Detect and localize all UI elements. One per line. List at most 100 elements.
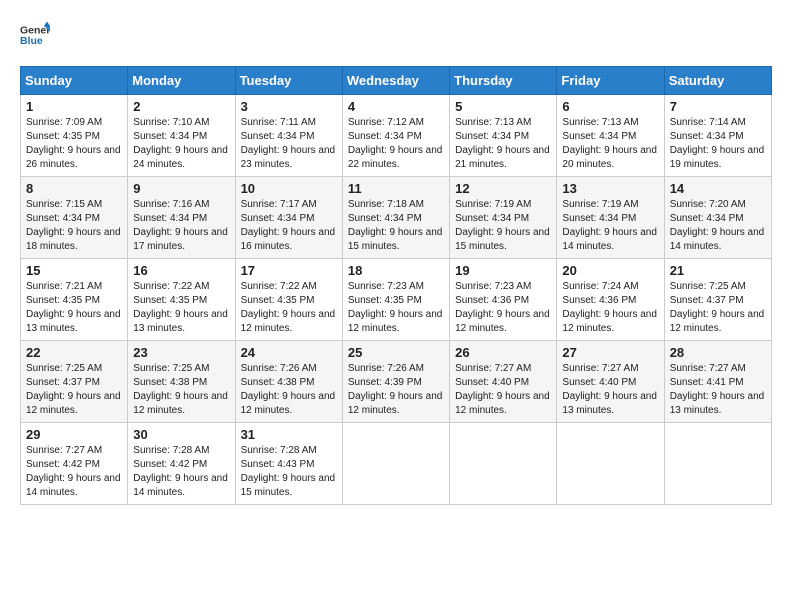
calendar-cell: 7 Sunrise: 7:14 AM Sunset: 4:34 PM Dayli…	[664, 95, 771, 177]
calendar-cell: 16 Sunrise: 7:22 AM Sunset: 4:35 PM Dayl…	[128, 259, 235, 341]
sunset-label: Sunset: 4:35 PM	[133, 295, 207, 306]
day-number: 22	[26, 345, 122, 360]
calendar-cell: 24 Sunrise: 7:26 AM Sunset: 4:38 PM Dayl…	[235, 341, 342, 423]
calendar-cell: 30 Sunrise: 7:28 AM Sunset: 4:42 PM Dayl…	[128, 423, 235, 505]
day-number: 26	[455, 345, 551, 360]
sunset-label: Sunset: 4:34 PM	[348, 213, 422, 224]
sunrise-label: Sunrise: 7:22 AM	[133, 281, 209, 292]
day-number: 11	[348, 181, 444, 196]
day-header-sunday: Sunday	[21, 67, 128, 95]
day-number: 16	[133, 263, 229, 278]
day-number: 21	[670, 263, 766, 278]
sunrise-label: Sunrise: 7:19 AM	[455, 199, 531, 210]
calendar-week-row: 29 Sunrise: 7:27 AM Sunset: 4:42 PM Dayl…	[21, 423, 772, 505]
sunset-label: Sunset: 4:41 PM	[670, 377, 744, 388]
calendar-week-row: 22 Sunrise: 7:25 AM Sunset: 4:37 PM Dayl…	[21, 341, 772, 423]
day-info: Sunrise: 7:09 AM Sunset: 4:35 PM Dayligh…	[26, 116, 122, 172]
sunset-label: Sunset: 4:34 PM	[455, 213, 529, 224]
sunset-label: Sunset: 4:34 PM	[133, 131, 207, 142]
sunset-label: Sunset: 4:34 PM	[241, 131, 315, 142]
sunset-label: Sunset: 4:37 PM	[670, 295, 744, 306]
sunset-label: Sunset: 4:35 PM	[26, 295, 100, 306]
calendar-cell: 20 Sunrise: 7:24 AM Sunset: 4:36 PM Dayl…	[557, 259, 664, 341]
sunset-label: Sunset: 4:42 PM	[133, 459, 207, 470]
day-info: Sunrise: 7:26 AM Sunset: 4:38 PM Dayligh…	[241, 362, 337, 418]
sunrise-label: Sunrise: 7:24 AM	[562, 281, 638, 292]
calendar-cell: 15 Sunrise: 7:21 AM Sunset: 4:35 PM Dayl…	[21, 259, 128, 341]
daylight-label: Daylight: 9 hours and 13 minutes.	[26, 309, 121, 334]
calendar-header-row: SundayMondayTuesdayWednesdayThursdayFrid…	[21, 67, 772, 95]
day-number: 12	[455, 181, 551, 196]
calendar-cell: 26 Sunrise: 7:27 AM Sunset: 4:40 PM Dayl…	[450, 341, 557, 423]
calendar-cell: 31 Sunrise: 7:28 AM Sunset: 4:43 PM Dayl…	[235, 423, 342, 505]
daylight-label: Daylight: 9 hours and 14 minutes.	[562, 227, 657, 252]
calendar-cell: 13 Sunrise: 7:19 AM Sunset: 4:34 PM Dayl…	[557, 177, 664, 259]
day-info: Sunrise: 7:12 AM Sunset: 4:34 PM Dayligh…	[348, 116, 444, 172]
daylight-label: Daylight: 9 hours and 12 minutes.	[26, 391, 121, 416]
day-info: Sunrise: 7:13 AM Sunset: 4:34 PM Dayligh…	[455, 116, 551, 172]
calendar-cell	[664, 423, 771, 505]
sunrise-label: Sunrise: 7:14 AM	[670, 117, 746, 128]
sunrise-label: Sunrise: 7:15 AM	[26, 199, 102, 210]
day-number: 14	[670, 181, 766, 196]
daylight-label: Daylight: 9 hours and 12 minutes.	[348, 309, 443, 334]
calendar-cell: 3 Sunrise: 7:11 AM Sunset: 4:34 PM Dayli…	[235, 95, 342, 177]
day-info: Sunrise: 7:14 AM Sunset: 4:34 PM Dayligh…	[670, 116, 766, 172]
day-info: Sunrise: 7:20 AM Sunset: 4:34 PM Dayligh…	[670, 198, 766, 254]
day-info: Sunrise: 7:25 AM Sunset: 4:38 PM Dayligh…	[133, 362, 229, 418]
sunset-label: Sunset: 4:35 PM	[241, 295, 315, 306]
logo-svg: General Blue	[20, 20, 50, 50]
day-number: 3	[241, 99, 337, 114]
sunrise-label: Sunrise: 7:26 AM	[241, 363, 317, 374]
sunset-label: Sunset: 4:34 PM	[455, 131, 529, 142]
daylight-label: Daylight: 9 hours and 14 minutes.	[133, 473, 228, 498]
daylight-label: Daylight: 9 hours and 24 minutes.	[133, 145, 228, 170]
sunset-label: Sunset: 4:40 PM	[562, 377, 636, 388]
day-number: 6	[562, 99, 658, 114]
day-info: Sunrise: 7:27 AM Sunset: 4:41 PM Dayligh…	[670, 362, 766, 418]
sunset-label: Sunset: 4:34 PM	[26, 213, 100, 224]
sunrise-label: Sunrise: 7:21 AM	[26, 281, 102, 292]
day-number: 17	[241, 263, 337, 278]
day-number: 30	[133, 427, 229, 442]
day-info: Sunrise: 7:17 AM Sunset: 4:34 PM Dayligh…	[241, 198, 337, 254]
sunset-label: Sunset: 4:36 PM	[455, 295, 529, 306]
day-info: Sunrise: 7:25 AM Sunset: 4:37 PM Dayligh…	[26, 362, 122, 418]
sunrise-label: Sunrise: 7:18 AM	[348, 199, 424, 210]
sunrise-label: Sunrise: 7:28 AM	[241, 445, 317, 456]
sunrise-label: Sunrise: 7:25 AM	[670, 281, 746, 292]
sunset-label: Sunset: 4:36 PM	[562, 295, 636, 306]
day-header-tuesday: Tuesday	[235, 67, 342, 95]
sunrise-label: Sunrise: 7:17 AM	[241, 199, 317, 210]
calendar-cell: 29 Sunrise: 7:27 AM Sunset: 4:42 PM Dayl…	[21, 423, 128, 505]
calendar-cell: 11 Sunrise: 7:18 AM Sunset: 4:34 PM Dayl…	[342, 177, 449, 259]
day-header-saturday: Saturday	[664, 67, 771, 95]
day-number: 15	[26, 263, 122, 278]
sunrise-label: Sunrise: 7:27 AM	[455, 363, 531, 374]
day-info: Sunrise: 7:24 AM Sunset: 4:36 PM Dayligh…	[562, 280, 658, 336]
day-info: Sunrise: 7:22 AM Sunset: 4:35 PM Dayligh…	[133, 280, 229, 336]
day-number: 9	[133, 181, 229, 196]
sunset-label: Sunset: 4:37 PM	[26, 377, 100, 388]
day-number: 19	[455, 263, 551, 278]
daylight-label: Daylight: 9 hours and 15 minutes.	[348, 227, 443, 252]
calendar-cell: 6 Sunrise: 7:13 AM Sunset: 4:34 PM Dayli…	[557, 95, 664, 177]
day-info: Sunrise: 7:22 AM Sunset: 4:35 PM Dayligh…	[241, 280, 337, 336]
sunset-label: Sunset: 4:39 PM	[348, 377, 422, 388]
sunrise-label: Sunrise: 7:26 AM	[348, 363, 424, 374]
calendar-table: SundayMondayTuesdayWednesdayThursdayFrid…	[20, 66, 772, 505]
sunset-label: Sunset: 4:35 PM	[348, 295, 422, 306]
header: General Blue	[20, 20, 772, 50]
sunset-label: Sunset: 4:42 PM	[26, 459, 100, 470]
daylight-label: Daylight: 9 hours and 12 minutes.	[241, 309, 336, 334]
day-info: Sunrise: 7:19 AM Sunset: 4:34 PM Dayligh…	[562, 198, 658, 254]
sunrise-label: Sunrise: 7:25 AM	[133, 363, 209, 374]
calendar-cell: 12 Sunrise: 7:19 AM Sunset: 4:34 PM Dayl…	[450, 177, 557, 259]
sunrise-label: Sunrise: 7:23 AM	[348, 281, 424, 292]
daylight-label: Daylight: 9 hours and 12 minutes.	[670, 309, 765, 334]
sunrise-label: Sunrise: 7:27 AM	[26, 445, 102, 456]
day-info: Sunrise: 7:26 AM Sunset: 4:39 PM Dayligh…	[348, 362, 444, 418]
sunset-label: Sunset: 4:34 PM	[562, 213, 636, 224]
sunrise-label: Sunrise: 7:09 AM	[26, 117, 102, 128]
daylight-label: Daylight: 9 hours and 26 minutes.	[26, 145, 121, 170]
